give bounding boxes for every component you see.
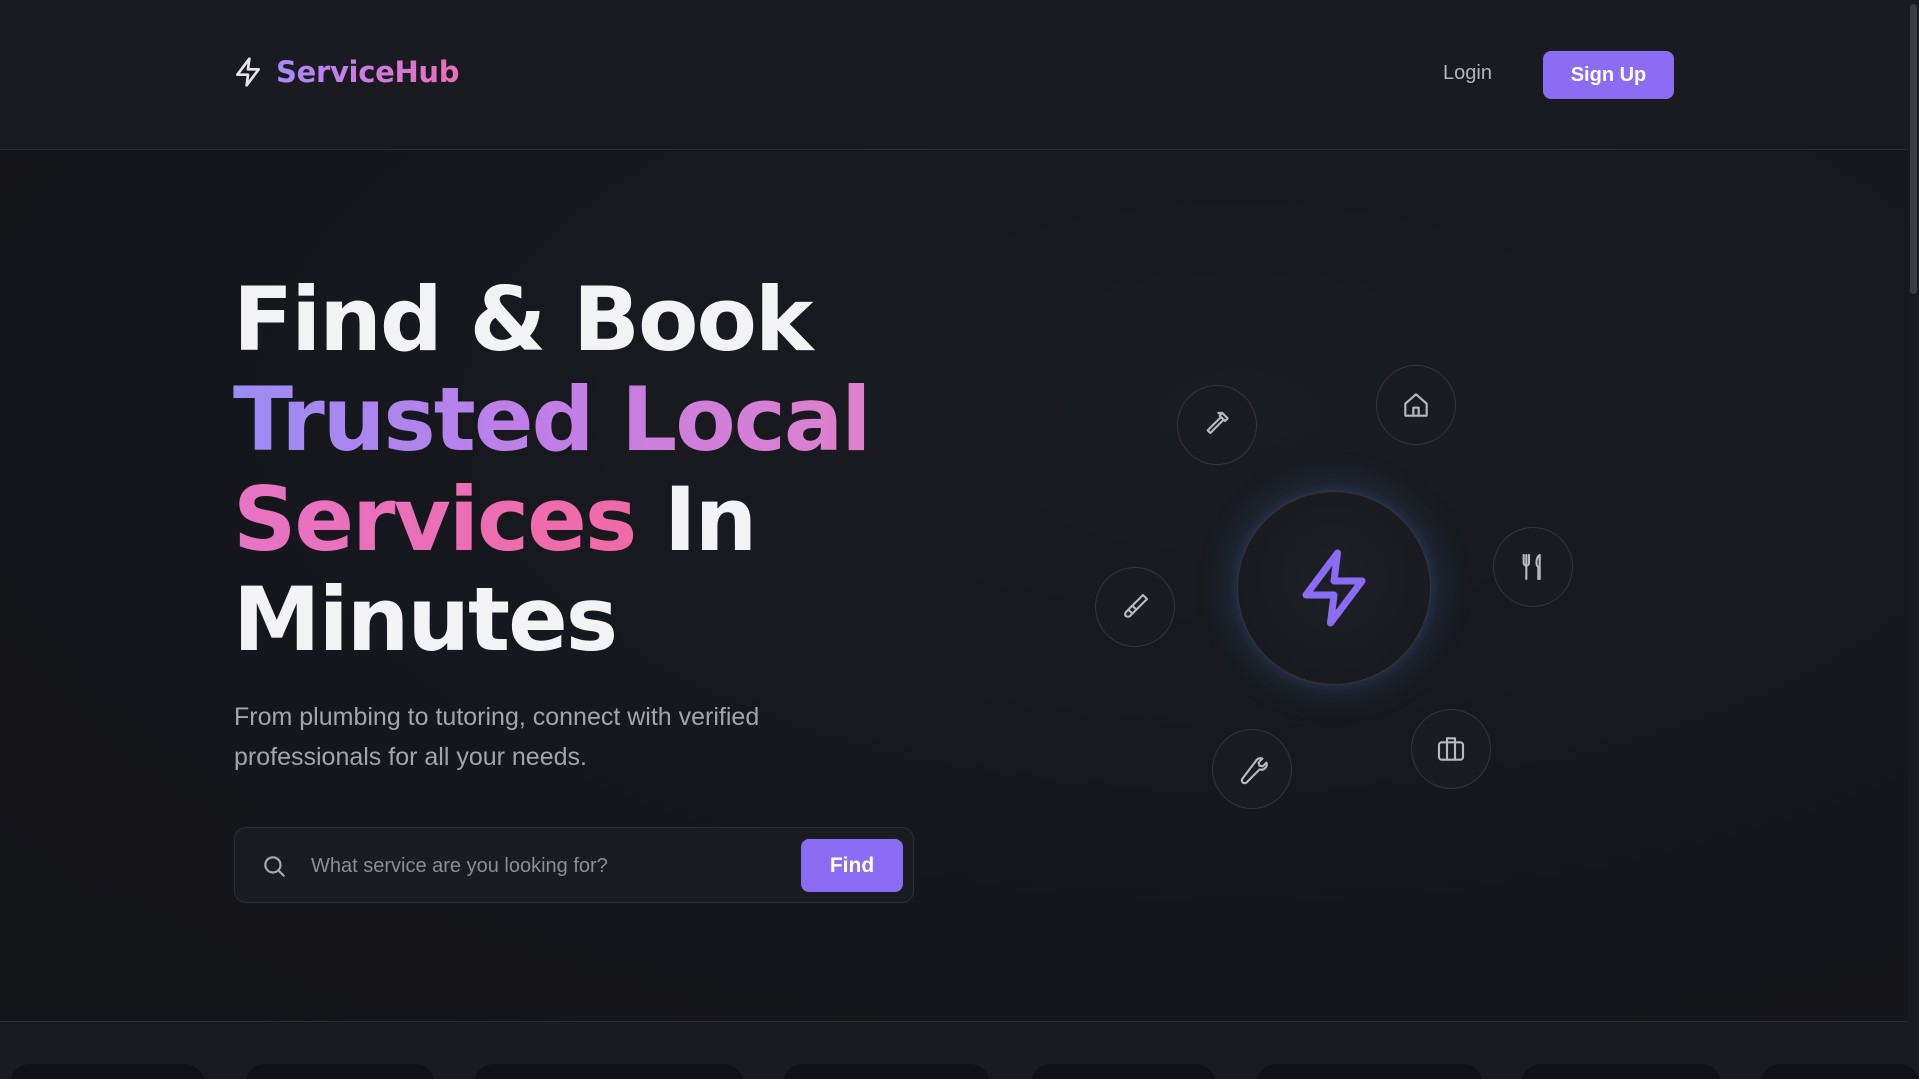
brand-name: ServiceHub	[276, 55, 460, 89]
search-input[interactable]	[309, 846, 709, 886]
category-chip[interactable]	[474, 1064, 744, 1079]
category-chip[interactable]	[1521, 1064, 1721, 1079]
headline-line-4: Minutes	[233, 568, 618, 671]
category-chip[interactable]	[1031, 1064, 1216, 1079]
lightning-icon	[236, 57, 260, 87]
top-navbar: ServiceHub Login Sign Up	[0, 0, 1908, 150]
hero-headline: Find & Book Trusted Local Services In Mi…	[233, 268, 871, 671]
hero-subtitle: From plumbing to tutoring, connect with …	[234, 703, 760, 771]
category-chip[interactable]	[245, 1064, 435, 1079]
orbit-utensils[interactable]	[1493, 527, 1573, 607]
briefcase-icon	[1437, 737, 1465, 761]
scrollbar-thumb[interactable]	[1910, 4, 1917, 294]
headline-highlight: Services	[233, 468, 637, 571]
login-link[interactable]: Login	[1443, 62, 1492, 85]
home-icon	[1404, 393, 1428, 417]
headline-line-2: Trusted Local	[233, 368, 871, 471]
category-chip[interactable]	[1256, 1064, 1483, 1079]
orbit-hammer[interactable]	[1177, 385, 1257, 465]
headline-line-1: Find & Book	[233, 268, 813, 371]
brand-logo[interactable]: ServiceHub	[232, 55, 460, 89]
paintbrush-icon	[1124, 593, 1149, 618]
lightning-icon	[1302, 549, 1366, 627]
page: ServiceHub Login Sign Up Find & Book Tru…	[0, 0, 1919, 1079]
center-hub	[1237, 491, 1431, 685]
wrench-icon	[1240, 757, 1268, 785]
headline-line-3-rest: In	[635, 468, 757, 571]
orbit-home[interactable]	[1376, 365, 1456, 445]
category-chip[interactable]	[783, 1064, 990, 1079]
search-icon	[264, 856, 285, 877]
signup-button[interactable]: Sign Up	[1543, 51, 1674, 99]
orbit-briefcase[interactable]	[1411, 709, 1491, 789]
find-button[interactable]: Find	[801, 839, 903, 892]
category-strip	[0, 1021, 1919, 1079]
category-chip[interactable]	[10, 1064, 205, 1079]
search-bar: Find	[234, 827, 914, 903]
utensils-icon	[1522, 553, 1541, 581]
hammer-icon	[1206, 411, 1229, 435]
category-chip[interactable]	[1760, 1064, 1919, 1079]
orbit-paintbrush[interactable]	[1095, 567, 1175, 647]
orbit-wrench[interactable]	[1212, 729, 1292, 809]
